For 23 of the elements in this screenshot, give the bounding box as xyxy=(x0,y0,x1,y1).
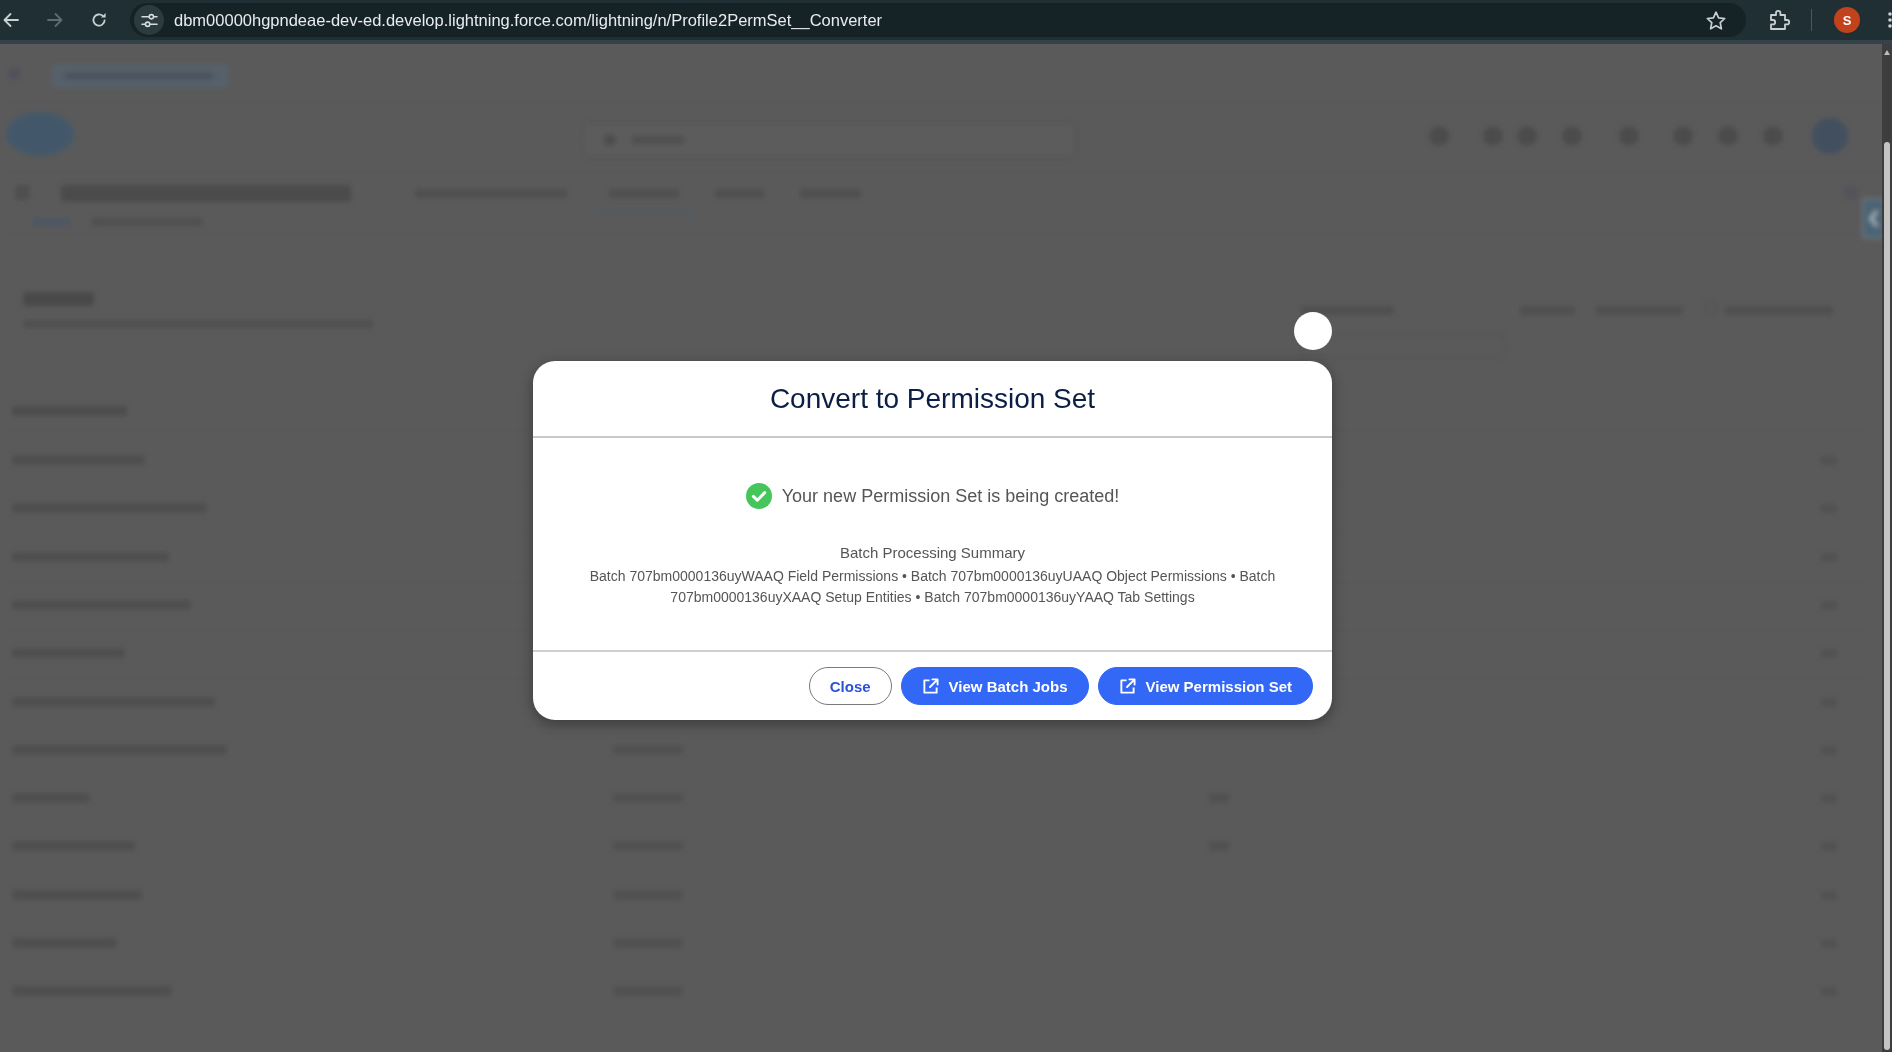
summary-title: Batch Processing Summary xyxy=(838,543,1027,563)
back-arrow-icon[interactable] xyxy=(3,12,19,28)
link-button[interactable]: View Batch Jobs xyxy=(900,667,1089,705)
site-settings-button[interactable] xyxy=(134,5,164,35)
scrollbar-thumb[interactable] xyxy=(1884,142,1890,1050)
more-menu-icon[interactable] xyxy=(1888,12,1892,28)
close-button[interactable]: Close xyxy=(808,667,892,705)
scrollbar-track[interactable] xyxy=(1882,44,1892,1052)
status-message: Your new Permission Set is being created! xyxy=(781,485,1120,508)
sliders-icon xyxy=(140,12,158,28)
url-text[interactable]: dbm00000hgpndeae-dev-ed.develop.lightning.force.com/lightning/n/Profile2PermSet__Converter xyxy=(174,7,1706,33)
external-link-icon xyxy=(1118,677,1136,695)
scroll-up-icon[interactable] xyxy=(1884,50,1890,55)
star-icon[interactable] xyxy=(1706,10,1726,30)
puzzle-piece-icon[interactable] xyxy=(1769,9,1791,31)
modal-title: Convert to Permission Set xyxy=(768,382,1097,416)
link-button[interactable]: View Permission Set xyxy=(1097,667,1313,705)
address-bar[interactable]: dbm00000hgpndeae-dev-ed.develop.lightning.force.com/lightning/n/Profile2PermSet__Converter xyxy=(130,3,1746,37)
reload-icon[interactable] xyxy=(91,12,107,28)
profile-avatar[interactable]: S xyxy=(1834,7,1860,33)
summary-text: Batch 707bm0000136uyWAAQ Field Permissions • Batch 707bm0000136uyUAAQ Object Permissions • Batch 707bm0000136uyXAAQ Setup Entities • Batch 707bm0000136uyYAAQ Tab Settings xyxy=(588,567,1277,607)
external-link-icon xyxy=(921,677,939,695)
success-check-icon xyxy=(745,483,772,509)
